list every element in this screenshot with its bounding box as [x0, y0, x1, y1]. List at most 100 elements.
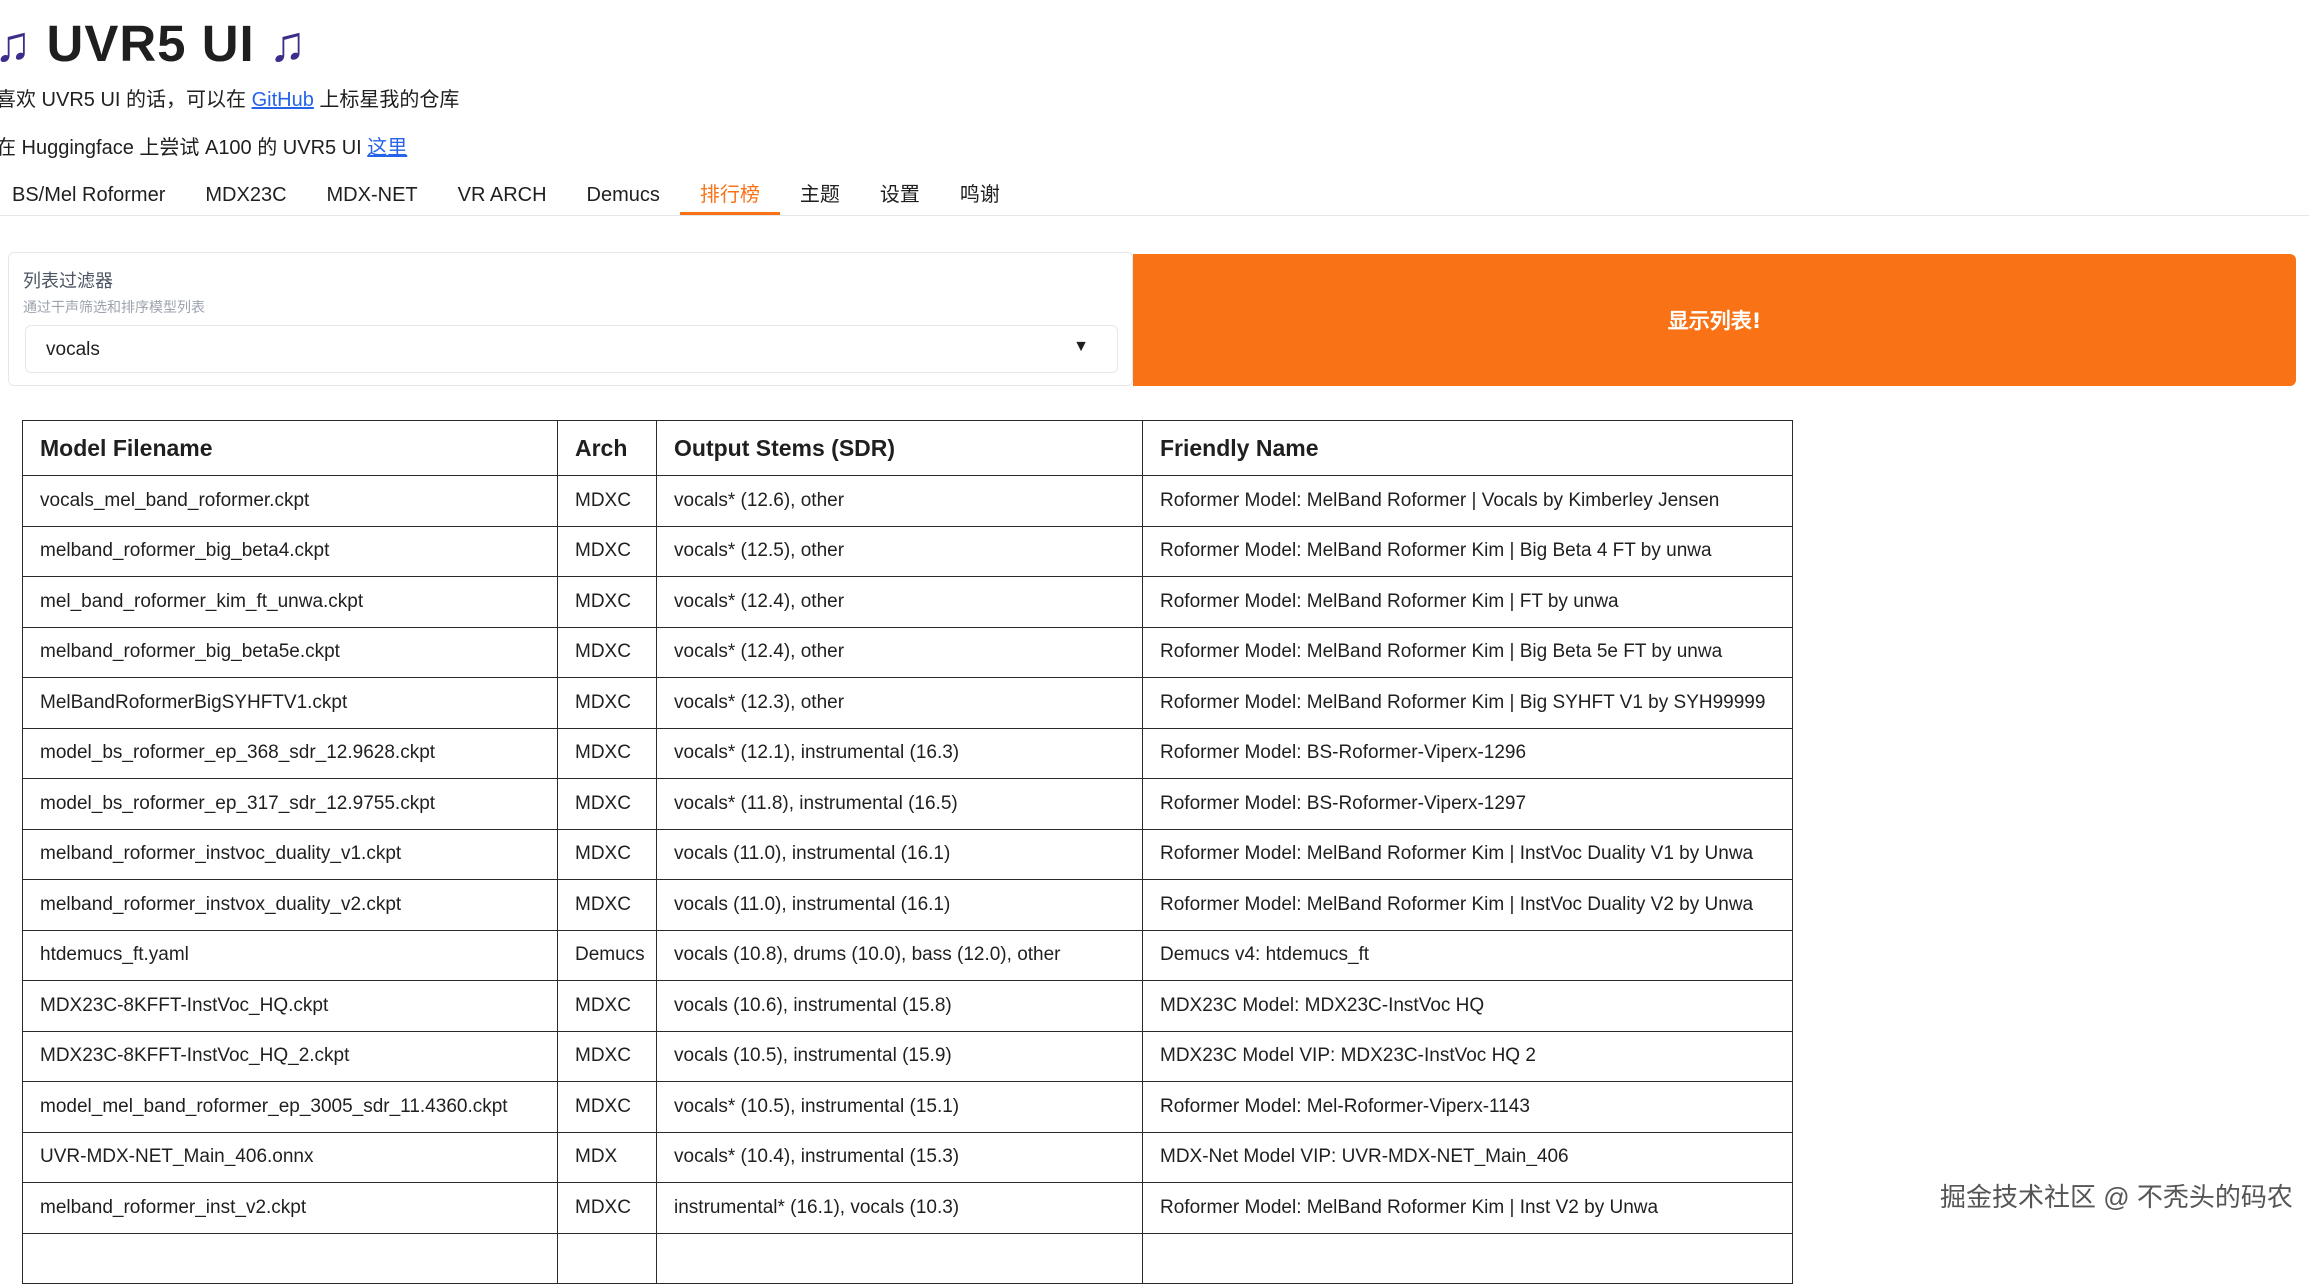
cell-friendly-name	[1142, 1232, 1793, 1284]
cell-friendly-name: Roformer Model: MelBand Roformer Kim | F…	[1142, 576, 1793, 628]
table-row: melband_roformer_instvox_duality_v2.ckpt…	[22, 879, 1793, 931]
cell-friendly-name: Roformer Model: MelBand Roformer | Vocal…	[1142, 475, 1793, 527]
table-row: htdemucs_ft.yaml Demucs vocals (10.8), dru…	[22, 929, 1793, 981]
cell-output-stems: vocals* (12.3), other	[656, 677, 1143, 729]
cell-friendly-name: Roformer Model: MelBand Roformer Kim | I…	[1142, 828, 1793, 880]
cell-output-stems: vocals* (12.6), other	[656, 475, 1143, 527]
cell-arch: MDXC	[557, 727, 657, 779]
cell-arch: MDXC	[557, 1182, 657, 1234]
cell-friendly-name: Roformer Model: MelBand Roformer Kim | B…	[1142, 626, 1793, 678]
table-body: vocals_mel_band_roformer.ckpt MDXC vocals*…	[22, 475, 1793, 1284]
cell-friendly-name: Roformer Model: MelBand Roformer Kim | B…	[1142, 677, 1793, 729]
tab-vr-arch[interactable]: VR ARCH	[438, 175, 567, 215]
filter-label: 列表过滤器	[23, 271, 113, 291]
tab-bs-mel-roformer[interactable]: BS/Mel Roformer	[0, 175, 185, 215]
tab-mdx-net[interactable]: MDX-NET	[307, 175, 438, 215]
tab-theme[interactable]: 主题	[780, 175, 860, 215]
table-row: melband_roformer_big_beta5e.ckpt MDXC voca…	[22, 626, 1793, 678]
table-row: model_bs_roformer_ep_317_sdr_12.9755.ckp…	[22, 778, 1793, 830]
cell-output-stems: vocals (10.6), instrumental (15.8)	[656, 980, 1143, 1032]
column-header-model-filename: Model Filename	[22, 420, 558, 476]
cell-output-stems: vocals (10.8), drums (10.0), bass (12.0)…	[656, 929, 1143, 981]
cell-model-filename: vocals_mel_band_roformer.ckpt	[22, 475, 558, 527]
github-link[interactable]: GitHub	[252, 89, 314, 111]
huggingface-link[interactable]: 这里	[367, 137, 407, 159]
cell-output-stems: instrumental* (16.1), vocals (10.3)	[656, 1182, 1143, 1234]
cell-friendly-name: MDX23C Model VIP: MDX23C-InstVoc HQ 2	[1142, 1030, 1793, 1082]
cell-arch: MDXC	[557, 475, 657, 527]
cell-output-stems	[656, 1232, 1143, 1284]
cell-output-stems: vocals* (11.8), instrumental (16.5)	[656, 778, 1143, 830]
column-header-friendly-name: Friendly Name	[1142, 420, 1793, 476]
cell-friendly-name: Demucs v4: htdemucs_ft	[1142, 929, 1793, 981]
huggingface-note: 在 Huggingface 上尝试 A100 的 UVR5 UI 这里	[0, 137, 408, 159]
table-row: melband_roformer_inst_v2.ckpt MDXC instrum…	[22, 1182, 1793, 1234]
musical-note-icon: ♫	[268, 15, 308, 72]
app-title: UVR5 UI	[46, 15, 255, 72]
table-header-row: Model Filename Arch Output Stems (SDR) F…	[22, 420, 1793, 476]
cell-output-stems: vocals* (12.5), other	[656, 525, 1143, 577]
tab-bar: BS/Mel Roformer MDX23C MDX-NET VR ARCH D…	[0, 175, 2309, 216]
cell-model-filename: melband_roformer_big_beta4.ckpt	[22, 525, 558, 577]
cell-output-stems: vocals* (12.1), instrumental (16.3)	[656, 727, 1143, 779]
dropdown-selected-value: vocals	[46, 339, 100, 360]
cell-model-filename	[22, 1232, 558, 1284]
cell-arch: MDXC	[557, 677, 657, 729]
stem-filter-dropdown[interactable]: vocals ▼	[25, 325, 1118, 373]
cell-arch: MDXC	[557, 1030, 657, 1082]
tab-mdx23c[interactable]: MDX23C	[185, 175, 306, 215]
cell-model-filename: melband_roformer_instvoc_duality_v1.ckpt	[22, 828, 558, 880]
cell-model-filename: MDX23C-8KFFT-InstVoc_HQ.ckpt	[22, 980, 558, 1032]
page-title: ♫ UVR5 UI ♫	[0, 14, 307, 73]
table-row: UVR-MDX-NET_Main_406.onnx MDX vocals* (10.…	[22, 1131, 1793, 1183]
cell-arch: Demucs	[557, 929, 657, 981]
cell-friendly-name: MDX23C Model: MDX23C-InstVoc HQ	[1142, 980, 1793, 1032]
cell-friendly-name: Roformer Model: BS-Roformer-Viperx-1297	[1142, 778, 1793, 830]
column-header-arch: Arch	[557, 420, 657, 476]
cell-arch	[557, 1232, 657, 1284]
cell-arch: MDXC	[557, 778, 657, 830]
caret-down-icon: ▼	[1073, 338, 1089, 355]
cell-model-filename: model_bs_roformer_ep_317_sdr_12.9755.ckp…	[22, 778, 558, 830]
cell-model-filename: UVR-MDX-NET_Main_406.onnx	[22, 1131, 558, 1183]
filter-info: 通过干声筛选和排序模型列表	[23, 299, 205, 315]
cell-arch: MDXC	[557, 626, 657, 678]
cell-friendly-name: Roformer Model: MelBand Roformer Kim | B…	[1142, 525, 1793, 577]
cell-arch: MDXC	[557, 525, 657, 577]
tab-leaderboard[interactable]: 排行榜	[679, 175, 780, 215]
table-row: model_mel_band_roformer_ep_3005_sdr_11.4…	[22, 1081, 1793, 1133]
cell-friendly-name: Roformer Model: BS-Roformer-Viperx-1296	[1142, 727, 1793, 779]
cell-output-stems: vocals (10.5), instrumental (15.9)	[656, 1030, 1143, 1082]
cell-arch: MDXC	[557, 1081, 657, 1133]
column-header-output-stems: Output Stems (SDR)	[656, 420, 1143, 476]
cell-model-filename: MelBandRoformerBigSYHFTV1.ckpt	[22, 677, 558, 729]
cell-output-stems: vocals* (10.4), instrumental (15.3)	[656, 1131, 1143, 1183]
table-row: mel_band_roformer_kim_ft_unwa.ckpt MDXC vo…	[22, 576, 1793, 628]
watermark: 掘金技术社区 @ 不秃头的码农	[1940, 1182, 2293, 1212]
cell-output-stems: vocals (11.0), instrumental (16.1)	[656, 879, 1143, 931]
table-row: vocals_mel_band_roformer.ckpt MDXC vocals*…	[22, 475, 1793, 527]
cell-model-filename: melband_roformer_big_beta5e.ckpt	[22, 626, 558, 678]
cell-friendly-name: MDX-Net Model VIP: UVR-MDX-NET_Main_406	[1142, 1131, 1793, 1183]
cell-friendly-name: Roformer Model: MelBand Roformer Kim | I…	[1142, 879, 1793, 931]
cell-friendly-name: Roformer Model: MelBand Roformer Kim | I…	[1142, 1182, 1793, 1234]
tab-credits[interactable]: 鸣谢	[940, 175, 1020, 215]
cell-output-stems: vocals* (12.4), other	[656, 576, 1143, 628]
cell-arch: MDXC	[557, 576, 657, 628]
cell-arch: MDXC	[557, 980, 657, 1032]
show-list-button[interactable]: 显示列表!	[1133, 254, 2296, 386]
tab-settings[interactable]: 设置	[860, 175, 940, 215]
cell-output-stems: vocals (11.0), instrumental (16.1)	[656, 828, 1143, 880]
cell-arch: MDX	[557, 1131, 657, 1183]
github-star-note: 喜欢 UVR5 UI 的话，可以在 GitHub 上标星我的仓库	[0, 89, 460, 111]
musical-note-icon: ♫	[0, 15, 33, 72]
cell-model-filename: model_mel_band_roformer_ep_3005_sdr_11.4…	[22, 1081, 558, 1133]
table-row: melband_roformer_big_beta4.ckpt MDXC vocal…	[22, 525, 1793, 577]
table-row	[22, 1232, 1793, 1284]
leaderboard-table: Model Filename Arch Output Stems (SDR) F…	[22, 420, 1793, 1284]
cell-model-filename: htdemucs_ft.yaml	[22, 929, 558, 981]
cell-output-stems: vocals* (10.5), instrumental (15.1)	[656, 1081, 1143, 1133]
table-row: MelBandRoformerBigSYHFTV1.ckpt MDXC vocals…	[22, 677, 1793, 729]
list-filter: 列表过滤器 通过干声筛选和排序模型列表 vocals ▼	[8, 252, 1133, 386]
tab-demucs[interactable]: Demucs	[567, 175, 680, 215]
